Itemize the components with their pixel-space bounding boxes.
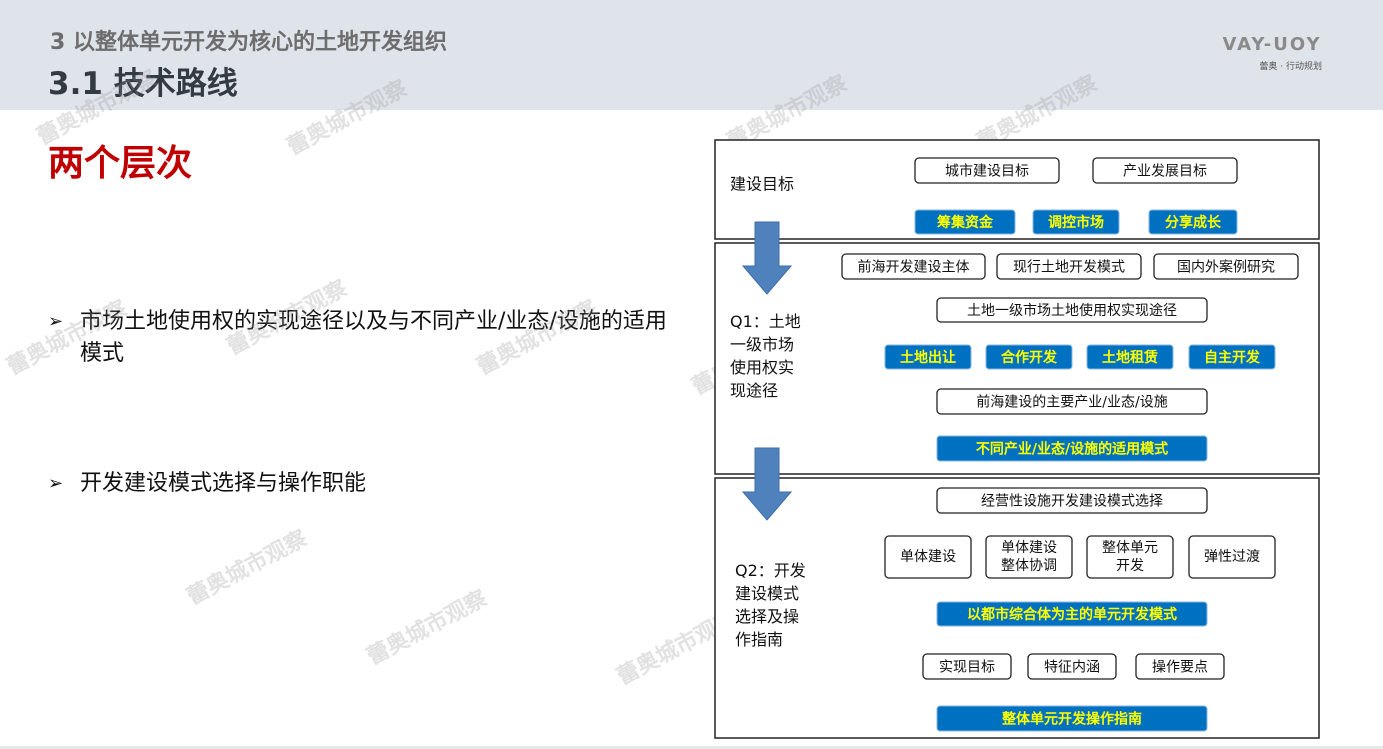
q1-method-2-label: 合作开发: [1001, 349, 1058, 366]
q2-result-label: 整体单元开发操作指南: [1001, 711, 1142, 728]
panel-q1-label: 使用权实: [730, 358, 794, 377]
panel-q1-label: Q1：土地: [730, 312, 801, 331]
q2-aspect-2-label: 特征内涵: [1044, 660, 1100, 676]
q2-option-3-label: 整体单元: [1102, 540, 1158, 556]
panel-q2-label: Q2：开发: [735, 561, 806, 580]
q1-hub-label: 土地一级市场土地使用权实现途径: [967, 302, 1177, 319]
q2-option-1-label: 单体建设: [900, 549, 956, 565]
q2-aspect-3-label: 操作要点: [1152, 660, 1208, 676]
q1-result-label: 不同产业/业态/设施的适用模式: [976, 441, 1168, 458]
goal-input-2-label: 产业发展目标: [1123, 164, 1207, 180]
q1-input-3-label: 国内外案例研究: [1177, 259, 1275, 276]
goal-output-3-label: 分享成长: [1165, 214, 1222, 231]
panel-q2-label: 选择及操: [735, 607, 799, 626]
q1-input-2-label: 现行土地开发模式: [1013, 260, 1125, 276]
q2-option-3-label: 开发: [1116, 558, 1144, 574]
q2-mode-label: 以都市综合体为主的单元开发模式: [967, 606, 1177, 623]
flow-diagram: 建设目标 城市建设目标 产业发展目标筹集资金 调控市场 分享成长 Q1：土地一级市场使用权…: [714, 139, 1320, 739]
diagram-nodes: 建设目标 城市建设目标 产业发展目标筹集资金 调控市场 分享成长 Q1：土地一级市场使用权…: [714, 139, 1320, 739]
panel-q1-label: 一级市场: [730, 335, 794, 354]
panel-q2-label: 建设模式: [735, 584, 799, 603]
q2-option-4-label: 弹性过渡: [1204, 549, 1260, 565]
q1-method-3-label: 土地租赁: [1102, 349, 1158, 366]
goal-output-2-label: 调控市场: [1048, 214, 1104, 231]
panel-goals-label: 建设目标: [730, 175, 794, 194]
goal-input-1-label: 城市建设目标: [945, 163, 1029, 180]
q2-aspect-1-label: 实现目标: [939, 660, 995, 676]
panel-q1-label: 现途径: [730, 381, 778, 400]
q1-method-4-label: 自主开发: [1204, 349, 1261, 366]
q1-summary-label: 前海建设的主要产业/业态/设施: [976, 394, 1167, 411]
q2-option-2-label: 单体建设: [1001, 540, 1057, 556]
q2-option-2-label: 整体协调: [1001, 558, 1057, 574]
panel-q2-label: 作指南: [735, 630, 783, 649]
q1-input-1-label: 前海开发建设主体: [858, 259, 970, 276]
q2-hub-label: 经营性设施开发建设模式选择: [981, 494, 1163, 510]
goal-output-1-label: 筹集资金: [937, 214, 994, 231]
q1-method-1-label: 土地出让: [900, 349, 956, 366]
